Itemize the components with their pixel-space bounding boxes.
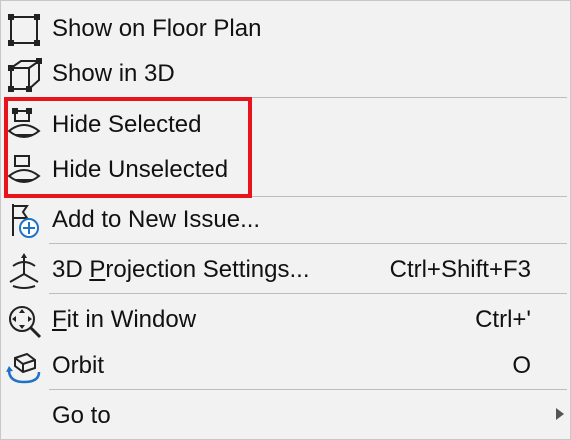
menu-item-label: 3D Projection Settings... [52,256,310,283]
menu-item-hide-unselected[interactable]: Hide Unselected [1,148,570,192]
menu-separator [49,196,567,197]
menu-item-shortcut: O [512,352,531,379]
menu-item-label: Orbit [52,352,105,379]
flag-add-icon [5,202,43,240]
floor-plan-icon [5,11,43,49]
menu-item-label: Fit in Window [52,306,197,333]
context-menu: Show on Floor Plan Show in 3D Hide Selec… [0,0,571,440]
menu-item-add-to-new-issue[interactable]: Add to New Issue... [1,198,570,242]
menu-item-show-in-3d[interactable]: Show in 3D [1,52,570,96]
hide-unselected-icon [5,152,43,190]
menu-item-label: Hide Unselected [52,156,229,183]
menu-item-go-to[interactable]: Go to [1,394,570,438]
fit-window-icon [5,302,43,340]
menu-item-hide-selected[interactable]: Hide Selected [1,103,570,147]
orbit-icon [5,348,43,386]
menu-item-shortcut: Ctrl+Shift+F3 [389,256,531,283]
projection-icon [5,252,43,290]
hide-selected-icon [5,107,43,145]
menu-separator [49,293,567,294]
menu-item-label: Add to New Issue... [52,206,261,233]
menu-separator [49,97,567,98]
menu-separator [49,243,567,244]
menu-item-label: Go to [52,402,111,429]
menu-item-fit-in-window[interactable]: Fit in Window Ctrl+' [1,298,570,342]
cube-3d-icon [5,56,43,94]
menu-item-shortcut: Ctrl+' [475,306,531,333]
menu-item-label: Show on Floor Plan [52,15,262,42]
menu-item-label: Hide Selected [52,111,202,138]
menu-separator [49,389,567,390]
submenu-arrow-icon [556,408,564,420]
menu-item-3d-projection-settings[interactable]: 3D Projection Settings... Ctrl+Shift+F3 [1,248,570,292]
menu-item-label: Show in 3D [52,60,175,87]
menu-item-orbit[interactable]: Orbit O [1,344,570,388]
menu-item-show-on-floor-plan[interactable]: Show on Floor Plan [1,7,570,51]
